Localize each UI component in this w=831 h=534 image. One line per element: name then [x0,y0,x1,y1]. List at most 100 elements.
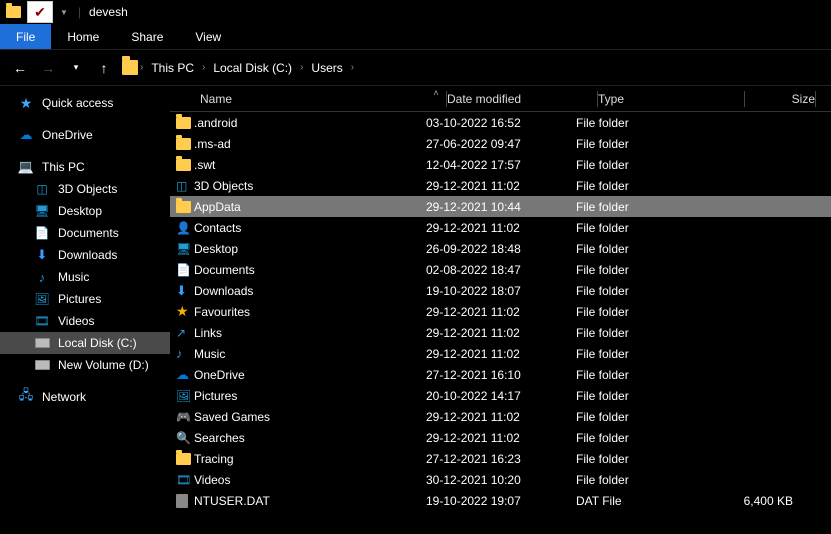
file-row[interactable]: ◫3D Objects29-12-2021 11:02File folder [170,175,831,196]
back-button[interactable]: ← [10,60,30,76]
breadcrumb-this-pc[interactable]: This PC [145,61,200,75]
pic-icon: 🖼 [34,291,50,307]
file-row[interactable]: 🎮Saved Games29-12-2021 11:02File folder [170,406,831,427]
sidebar-item[interactable]: ◫ 3D Objects [0,178,170,200]
sidebar-item[interactable]: ⬇Downloads [0,244,170,266]
file-row[interactable]: ☁OneDrive27-12-2021 16:10File folder [170,364,831,385]
sidebar-item[interactable]: ♪Music [0,266,170,288]
qat-properties-icon[interactable]: ✔ [27,1,53,23]
doc-icon: 📄 [170,263,194,277]
column-name[interactable]: Name [170,92,426,106]
qat-dropdown-icon[interactable]: ▼ [60,8,68,17]
sidebar-onedrive[interactable]: ☁ OneDrive [0,124,170,146]
file-date: 29-12-2021 11:02 [426,431,576,445]
file-name: Videos [194,473,426,487]
sidebar-item[interactable]: Local Disk (C:) [0,332,170,354]
file-type: File folder [576,368,723,382]
file-row[interactable]: 📄Documents02-08-2022 18:47File folder [170,259,831,280]
sidebar-this-pc[interactable]: 💻 This PC [0,156,170,178]
sidebar-item[interactable]: New Volume (D:) [0,354,170,376]
file-row[interactable]: ⬇Downloads19-10-2022 18:07File folder [170,280,831,301]
sort-indicator-icon: ˄ [426,88,446,98]
file-row[interactable]: NTUSER.DAT19-10-2022 19:07DAT File6,400 … [170,490,831,511]
sidebar-item-label: Desktop [58,204,102,218]
window-title: devesh [89,5,128,19]
folder-icon [4,3,22,21]
file-name: Desktop [194,242,426,256]
pic-icon: 🖼 [170,389,194,403]
file-name: Music [194,347,426,361]
chevron-right-icon[interactable]: › [202,62,205,73]
up-button[interactable]: ↑ [94,60,114,76]
sidebar-item-label: 3D Objects [58,182,117,196]
file-row[interactable]: 🖥Desktop26-09-2022 18:48File folder [170,238,831,259]
file-date: 29-12-2021 11:02 [426,326,576,340]
nav-sidebar: ★ Quick access ☁ OneDrive 💻 This PC ◫ 3D … [0,86,170,534]
forward-button[interactable]: → [38,60,58,76]
file-date: 29-12-2021 11:02 [426,305,576,319]
recent-locations-button[interactable]: ▾ [66,62,86,73]
file-name: Pictures [194,389,426,403]
breadcrumb-users[interactable]: Users [305,61,348,75]
file-type: File folder [576,473,723,487]
link-icon: ↗ [170,326,194,340]
file-type: File folder [576,263,723,277]
column-resizer[interactable] [815,91,816,107]
chevron-right-icon[interactable]: › [300,62,303,73]
sidebar-item-label: Downloads [58,248,117,262]
file-row[interactable]: 👤Contacts29-12-2021 11:02File folder [170,217,831,238]
sidebar-item[interactable]: 🖼Pictures [0,288,170,310]
file-row[interactable]: ★Favourites29-12-2021 11:02File folder [170,301,831,322]
file-type: File folder [576,221,723,235]
file-name: .android [194,116,426,130]
file-list-panel: Name ˄ Date modified Type Size .android0… [170,86,831,534]
sidebar-item-label: Documents [58,226,119,240]
drive-icon [34,335,50,351]
cloud-icon: ☁ [18,127,34,143]
file-date: 29-12-2021 10:44 [426,200,576,214]
sidebar-network[interactable]: 🖧 Network [0,386,170,408]
file-row[interactable]: .swt12-04-2022 17:57File folder [170,154,831,175]
file-row[interactable]: AppData29-12-2021 10:44File folder [170,196,831,217]
sidebar-quick-access[interactable]: ★ Quick access [0,92,170,114]
breadcrumb-local-disk[interactable]: Local Disk (C:) [207,61,298,75]
file-name: Searches [194,431,426,445]
search-icon: 🔍 [170,431,194,445]
desk-icon: 🖥 [170,242,194,256]
chevron-right-icon[interactable]: › [351,62,354,73]
home-tab[interactable]: Home [51,24,115,49]
file-row[interactable]: ♪Music29-12-2021 11:02File folder [170,343,831,364]
file-tab[interactable]: File [0,24,51,49]
column-date-label: Date modified [447,92,521,106]
file-row[interactable]: 🎞Videos30-12-2021 10:20File folder [170,469,831,490]
sidebar-item[interactable]: 🎞Videos [0,310,170,332]
file-row[interactable]: ↗Links29-12-2021 11:02File folder [170,322,831,343]
sidebar-item-label: New Volume (D:) [58,358,149,372]
folder-icon [170,453,194,465]
star-icon: ★ [18,95,34,111]
title-bar: ✔ ▼ | devesh [0,0,831,24]
chevron-right-icon[interactable]: › [140,62,143,73]
column-date[interactable]: Date modified [447,92,597,106]
3d-icon: ◫ [34,181,50,197]
file-date: 26-09-2022 18:48 [426,242,576,256]
file-row[interactable]: 🔍Searches29-12-2021 11:02File folder [170,427,831,448]
column-type[interactable]: Type [598,92,744,106]
drive-icon [34,357,50,373]
desk-icon: 🖥 [34,203,50,219]
file-date: 29-12-2021 11:02 [426,410,576,424]
share-tab[interactable]: Share [115,24,179,49]
sidebar-label: This PC [42,160,85,174]
address-bar[interactable]: › This PC › Local Disk (C:) › Users › [122,60,354,76]
sidebar-item[interactable]: 🖥 Desktop [0,200,170,222]
file-type: File folder [576,137,723,151]
file-row[interactable]: 🖼Pictures20-10-2022 14:17File folder [170,385,831,406]
file-row[interactable]: Tracing27-12-2021 16:23File folder [170,448,831,469]
file-row[interactable]: .android03-10-2022 16:52File folder [170,112,831,133]
file-row[interactable]: .ms-ad27-06-2022 09:47File folder [170,133,831,154]
view-tab[interactable]: View [179,24,237,49]
sidebar-item-label: Music [58,270,89,284]
sidebar-item[interactable]: 📄Documents [0,222,170,244]
contact-icon: 👤 [170,221,194,235]
column-size[interactable]: Size [745,92,815,106]
